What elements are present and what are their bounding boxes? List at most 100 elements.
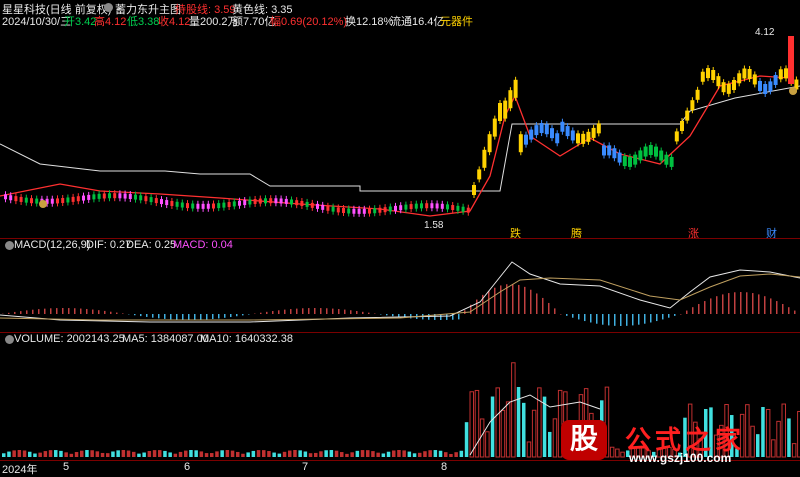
candle (571, 130, 575, 140)
volume-bar (59, 451, 63, 457)
candle (706, 68, 710, 78)
macd-bar (32, 310, 34, 314)
volume-bar (356, 451, 360, 457)
candle (222, 203, 225, 208)
candle (144, 196, 147, 201)
volume-bar (283, 452, 287, 457)
macd-bar (284, 310, 286, 314)
candle (25, 198, 28, 203)
volume-bar (501, 410, 505, 457)
volume-bar (366, 450, 370, 457)
candle (566, 126, 570, 136)
macd-bar (494, 288, 496, 314)
dif-line (0, 262, 800, 322)
macd-bar (86, 309, 88, 314)
volume-bar (548, 432, 552, 457)
volume-bar (345, 454, 349, 457)
candle (472, 185, 476, 195)
x-tick: 7 (302, 461, 308, 473)
macd-bar (488, 291, 490, 314)
price-chart[interactable]: 4.12 1.58 (0, 26, 800, 236)
volume-bar (293, 450, 297, 457)
candle (737, 73, 741, 83)
macd-bar (602, 314, 604, 325)
macd-chart[interactable] (0, 252, 800, 332)
macd-label[interactable]: MACD(12,26,9) (14, 239, 90, 251)
volume-bar (200, 451, 204, 457)
candle (602, 145, 606, 155)
watermark-url: www.gszj100.com (629, 451, 731, 465)
candle (150, 197, 153, 202)
candle (503, 101, 507, 119)
candle (732, 80, 736, 90)
candle (488, 134, 492, 152)
candle (61, 198, 64, 203)
candle (363, 209, 366, 214)
candle (300, 201, 303, 206)
macd-bar (548, 303, 550, 314)
volume-bar (402, 450, 406, 457)
candle (680, 121, 684, 131)
volume-bar (418, 453, 422, 457)
macd-bar (158, 314, 160, 318)
macd-bar (668, 314, 670, 318)
candle (238, 201, 241, 206)
candle (675, 131, 679, 141)
candle (326, 206, 329, 211)
volume-bar (538, 388, 542, 457)
volume-bar (90, 450, 94, 457)
macd-bar (332, 309, 334, 314)
volume-bar (527, 442, 531, 457)
x-tick: 6 (184, 461, 190, 473)
macd-bar (620, 314, 622, 326)
candle (685, 111, 689, 121)
candle (332, 207, 335, 212)
candle (482, 150, 486, 168)
volume-bar (413, 453, 417, 457)
candle (207, 204, 210, 209)
volume-bar (75, 452, 79, 457)
macd-bar (392, 314, 394, 316)
candle (378, 208, 381, 213)
volume-bar (491, 397, 495, 457)
macd-bar (326, 308, 328, 314)
volume-bar (543, 397, 547, 457)
candle (87, 195, 90, 200)
macd-bar (8, 313, 10, 314)
volume-bar (423, 451, 427, 457)
candle (202, 204, 205, 209)
candle (394, 206, 397, 211)
macd-bar (758, 294, 760, 314)
volume-bar (252, 451, 256, 457)
candle (467, 208, 470, 213)
volume-bar (85, 450, 89, 457)
macd-bar (44, 309, 46, 314)
macd-bar (794, 311, 796, 314)
macd-bar (110, 312, 112, 314)
macd-bar (266, 312, 268, 314)
volume-bar (54, 450, 58, 457)
macd-bar (122, 313, 124, 314)
macd-bar (62, 308, 64, 314)
candle (456, 206, 459, 211)
candle (586, 132, 590, 142)
candle (612, 148, 616, 158)
candle (139, 195, 142, 200)
macd-bar (152, 314, 154, 318)
macd-bar (728, 293, 730, 314)
volume-bar (408, 452, 412, 457)
volume-bar (512, 363, 515, 457)
candle (254, 199, 257, 204)
macd-bar (320, 308, 322, 314)
macd-bar (212, 314, 214, 319)
candle (290, 199, 293, 204)
candle (134, 195, 137, 200)
macd-bar (740, 292, 742, 314)
candle (576, 133, 580, 143)
candle (72, 197, 75, 202)
macd-bar (296, 309, 298, 314)
candle (742, 69, 746, 79)
macd-bar (638, 314, 640, 325)
macd-bar (14, 312, 16, 314)
volume-label[interactable]: VOLUME: 2002143.25 (14, 333, 125, 345)
